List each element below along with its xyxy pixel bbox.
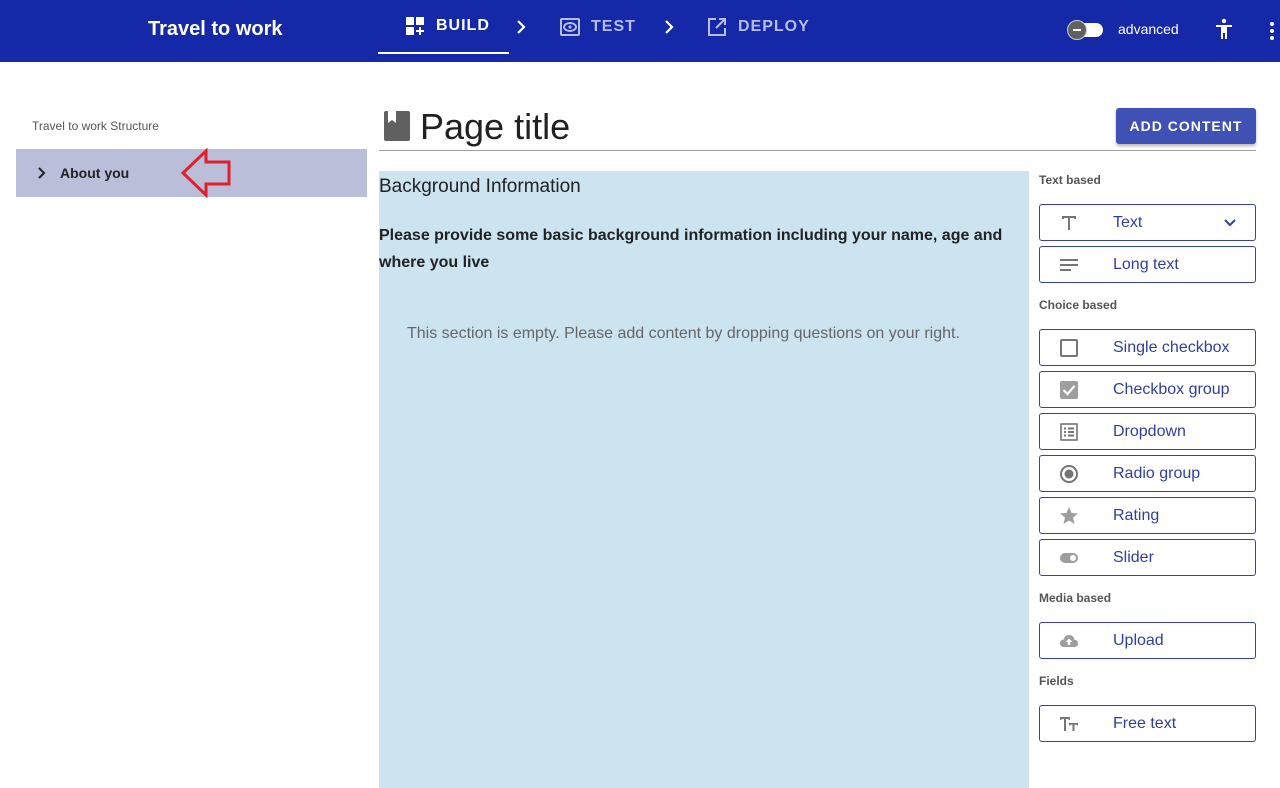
deploy-icon [706,16,728,38]
group-choice-based: Choice based [1039,298,1118,312]
structure-item-label: About you [60,165,130,181]
palette-item-label: Single checkbox [1113,339,1230,356]
tab-build-label: BUILD [436,17,490,34]
app-title: Travel to work [148,18,283,40]
group-media-based: Media based [1039,591,1112,605]
palette-item-label: Radio group [1113,465,1201,482]
more-vert-icon[interactable] [1264,19,1280,43]
chevron-right-icon[interactable] [36,167,48,179]
chevron-down-icon[interactable] [1223,216,1237,230]
page-title[interactable]: Page title [420,106,570,148]
palette-item-label: Slider [1113,549,1154,566]
advanced-toggle[interactable] [1067,20,1105,40]
palette-long-text-button[interactable]: Long text [1039,246,1256,283]
palette-item-label: Dropdown [1113,423,1186,440]
checkbox-checked-icon [1060,381,1078,399]
page-header: Page title ADD CONTENT [379,100,1256,151]
palette-item-label: Upload [1113,632,1164,649]
palette-rating-button[interactable]: Rating [1039,497,1256,534]
palette-item-label: Long text [1113,256,1179,273]
add-content-button[interactable]: ADD CONTENT [1116,108,1256,144]
palette-checkbox-group-button[interactable]: Checkbox group [1039,371,1256,408]
tab-deploy-label: DEPLOY [738,18,810,35]
list-icon [1060,423,1078,441]
book-icon [384,111,410,141]
group-fields: Fields [1039,674,1074,688]
chevron-right-icon [517,20,526,34]
empty-section-message: This section is empty. Please add conten… [407,325,960,342]
chevron-right-icon [665,20,674,34]
palette-radio-group-button[interactable]: Radio group [1039,455,1256,492]
palette-upload-button[interactable]: Upload [1039,622,1256,659]
section-description[interactable]: Please provide some basic background inf… [379,222,1019,276]
advanced-label: advanced [1118,21,1179,37]
group-text-based: Text based [1039,173,1101,187]
section-title[interactable]: Background Information [379,176,581,198]
checkbox-icon [1060,339,1078,357]
tab-test[interactable]: TEST [559,0,636,54]
build-icon [404,15,426,37]
cloud-upload-icon [1060,635,1078,647]
palette-dropdown-button[interactable]: Dropdown [1039,413,1256,450]
toggle-icon [1060,553,1078,563]
palette-item-label: Free text [1113,715,1177,732]
palette-free-text-button[interactable]: Free text [1039,705,1256,742]
radio-icon [1060,465,1078,483]
tab-build[interactable]: BUILD [378,0,509,54]
test-icon [559,16,581,38]
palette-text-button[interactable]: Text [1039,204,1256,241]
section-drop-zone[interactable]: Background Information Please provide so… [379,171,1029,788]
palette-single-checkbox-button[interactable]: Single checkbox [1039,329,1256,366]
tab-deploy[interactable]: DEPLOY [706,0,810,54]
text-icon [1062,216,1076,230]
accessibility-icon[interactable] [1212,17,1236,41]
palette-item-label: Checkbox group [1113,381,1230,398]
tab-test-label: TEST [591,18,636,35]
text-fields-icon [1060,717,1078,731]
star-icon [1060,507,1078,524]
long-text-icon [1060,259,1078,271]
toggle-knob [1067,20,1087,40]
top-app-bar: Travel to work BUILD TEST DEPLOY advance… [0,0,1280,62]
annotation-arrow-icon [180,148,231,198]
palette-item-label: Text [1113,214,1143,231]
structure-title: Travel to work Structure [32,119,159,133]
palette-slider-button[interactable]: Slider [1039,539,1256,576]
palette-item-label: Rating [1113,507,1160,524]
